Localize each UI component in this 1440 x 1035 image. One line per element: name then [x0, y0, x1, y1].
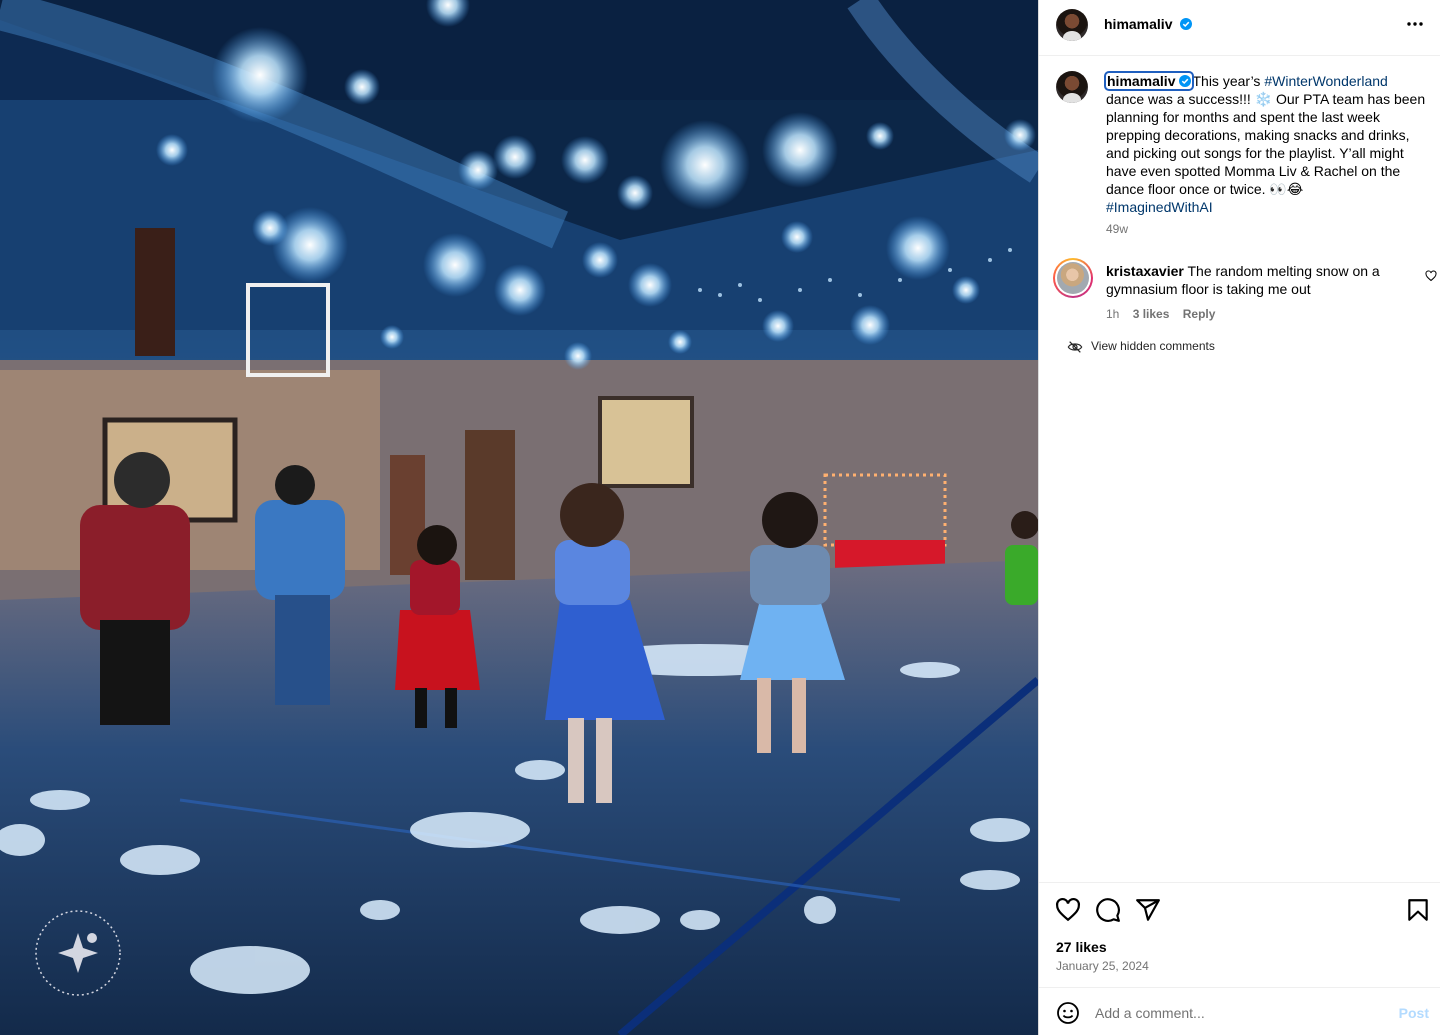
post-likes-count[interactable]: 27 likes — [1056, 939, 1107, 955]
post-sidebar: himamaliv himamaliv This year’s #WinterWo… — [1038, 0, 1440, 1035]
post-date[interactable]: January 25, 2024 — [1056, 959, 1149, 973]
comment-icon[interactable] — [1095, 897, 1121, 923]
commenter-username[interactable]: kristaxavier — [1106, 263, 1184, 279]
gym-dance-scene — [0, 0, 1038, 1035]
caption-prefix: This year’s — [1192, 73, 1265, 89]
verified-badge-icon — [1179, 75, 1192, 87]
caption-body: dance was a success!!! ❄️ Our PTA team h… — [1106, 91, 1426, 197]
view-hidden-comments-label[interactable]: View hidden comments — [1091, 339, 1215, 353]
hashtag-link-winterwonderland[interactable]: #WinterWonderland — [1264, 73, 1387, 89]
send-icon[interactable] — [1135, 897, 1161, 923]
caption-timestamp[interactable]: 49w — [1106, 222, 1128, 236]
heart-icon[interactable] — [1055, 897, 1081, 923]
post-header: himamaliv — [1039, 0, 1440, 56]
author-username[interactable]: himamaliv — [1104, 16, 1172, 32]
emoji-icon[interactable] — [1056, 1001, 1080, 1025]
comment-input[interactable] — [1095, 1000, 1385, 1026]
bookmark-icon[interactable] — [1405, 897, 1431, 923]
verified-badge-icon — [1180, 18, 1193, 30]
caption-text: himamaliv This year’s #WinterWonderland d… — [1103, 71, 1428, 216]
author-avatar[interactable] — [1056, 9, 1088, 41]
comment-text: kristaxavier The random melting snow on … — [1106, 262, 1404, 298]
post-comment-button[interactable]: Post — [1399, 1005, 1429, 1021]
comment-composer: Post — [1039, 987, 1440, 1035]
commenter-avatar[interactable] — [1053, 258, 1093, 298]
comment-meta: 1h 3 likes Reply — [1106, 307, 1225, 321]
comment-timestamp[interactable]: 1h — [1106, 307, 1119, 321]
caption-username[interactable]: himamaliv — [1107, 73, 1175, 89]
eye-slash-icon — [1067, 341, 1083, 353]
comment-reply-button[interactable]: Reply — [1183, 307, 1216, 321]
comment-likes[interactable]: 3 likes — [1133, 307, 1170, 321]
comment-like-heart-icon[interactable] — [1425, 270, 1437, 282]
post-image[interactable] — [0, 0, 1038, 1035]
caption-author-avatar[interactable] — [1056, 71, 1088, 103]
more-horizontal-icon[interactable] — [1405, 14, 1425, 34]
hashtag-link-imaginedwithai[interactable]: #ImaginedWithAI — [1106, 199, 1213, 215]
author-username-row[interactable]: himamaliv — [1104, 16, 1193, 32]
post-actions: 27 likes January 25, 2024 — [1039, 882, 1440, 987]
caption-username-link[interactable]: himamaliv — [1103, 71, 1195, 91]
